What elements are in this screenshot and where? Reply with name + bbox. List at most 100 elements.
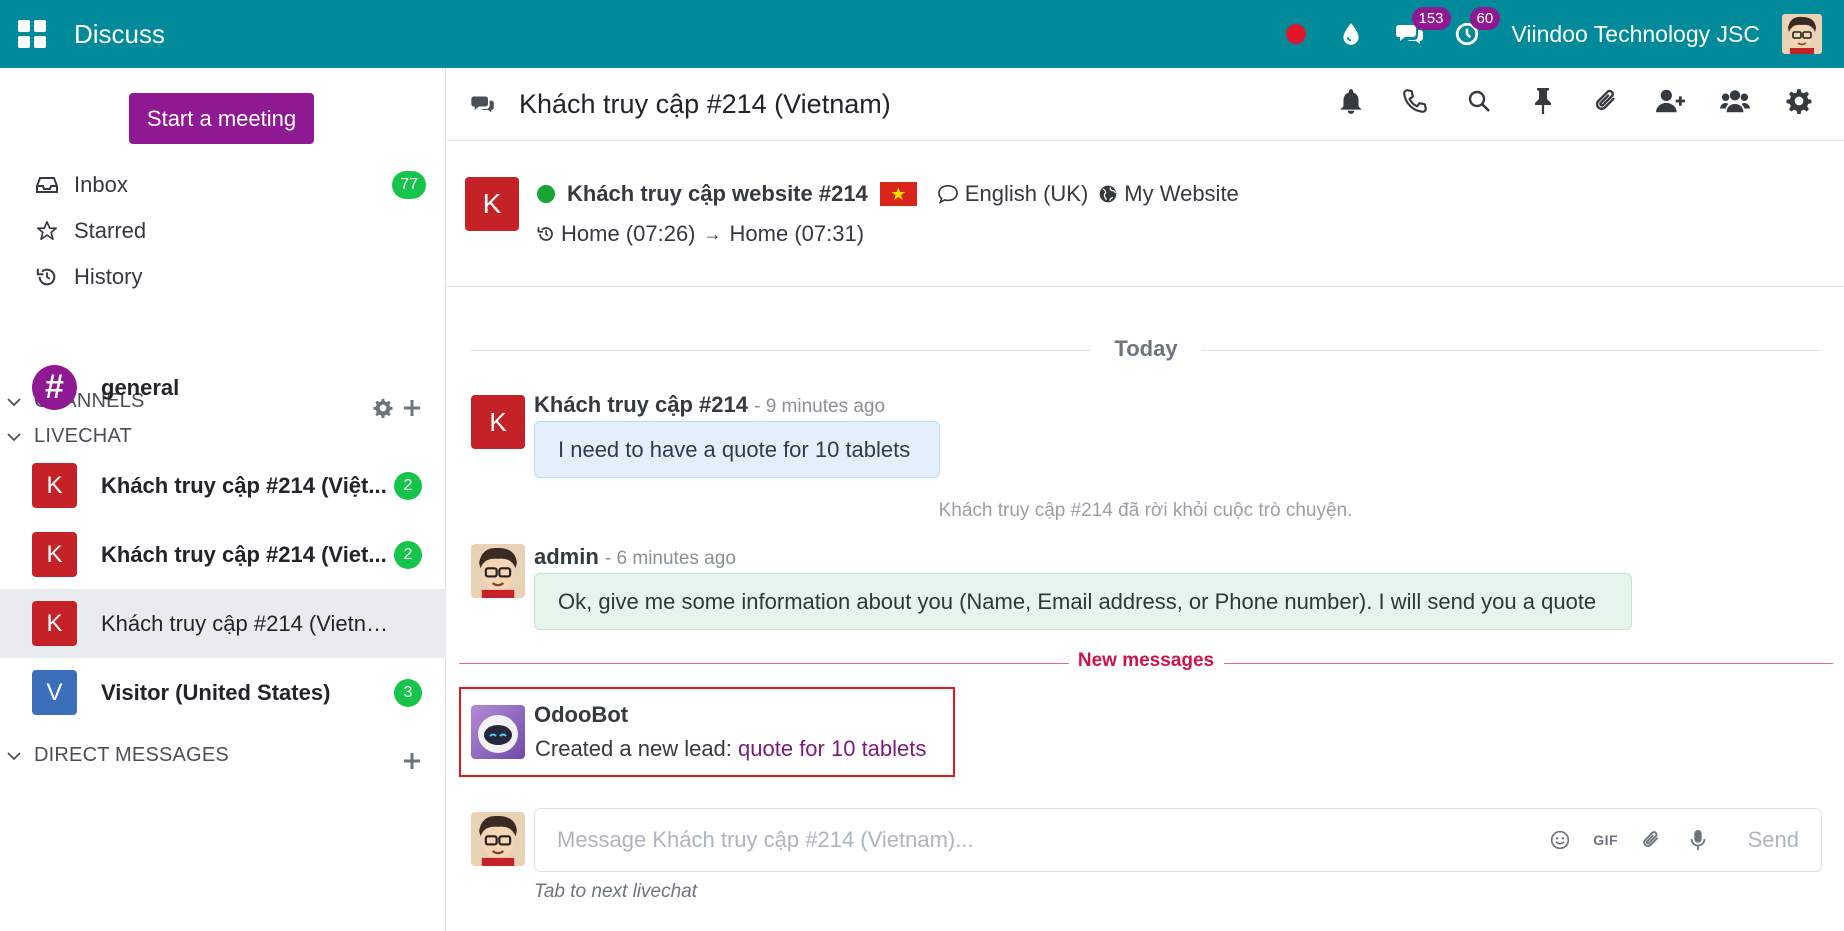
message-author[interactable]: admin — [534, 544, 599, 569]
sidebar-item-label: Inbox — [74, 172, 128, 197]
highlight-box — [459, 687, 955, 777]
comments-icon — [471, 94, 495, 114]
sidebar-item-label: Starred — [74, 218, 147, 243]
category-livechat[interactable]: LIVECHAT — [6, 425, 132, 448]
message-date: - 9 minutes ago — [754, 396, 886, 417]
settings-gear-icon[interactable] — [1784, 86, 1814, 116]
sidebar-item-livechat[interactable]: K Khách truy cập #214 (Viet... 2 — [0, 520, 446, 589]
livechat-name: Khách truy cập #214 (Viet... — [101, 541, 387, 567]
category-label: LIVECHAT — [34, 425, 132, 447]
inbox-count-badge: 77 — [392, 171, 426, 199]
message-date: - 6 minutes ago — [604, 548, 736, 569]
visitor-avatar: K — [465, 177, 519, 231]
chat-count-badge: 153 — [1411, 7, 1451, 30]
unread-count-badge: 2 — [394, 471, 422, 500]
visitor-name: Khách truy cập website #214 — [567, 181, 868, 206]
visited-page: Home (07:26) — [561, 221, 696, 246]
company-switcher[interactable]: Viindoo Technology JSC — [1512, 21, 1761, 48]
online-status-icon — [537, 185, 555, 203]
livechat-name: Khách truy cập #214 (Vietnam) — [101, 610, 391, 636]
message-header: admin - 6 minutes ago — [534, 544, 736, 570]
message-bubble: I need to have a quote for 10 tablets — [534, 421, 940, 478]
history-icon — [34, 266, 60, 288]
sidebar-item-channel-general[interactable]: # general — [0, 353, 446, 422]
drop-icon[interactable] — [1338, 21, 1364, 47]
message-input[interactable] — [557, 827, 1548, 853]
history-icon — [537, 225, 555, 243]
send-button[interactable]: Send — [1748, 827, 1799, 853]
language-speech-icon — [937, 184, 959, 204]
members-group-icon[interactable] — [1720, 86, 1750, 116]
activity-count-badge: 60 — [1469, 7, 1501, 30]
app-menu-icon[interactable] — [18, 20, 46, 48]
message-body: Created a new lead: quote for 10 tablets — [535, 736, 927, 761]
app-title[interactable]: Discuss — [74, 19, 165, 50]
new-messages-separator: New messages — [459, 650, 1833, 676]
livechat-avatar: K — [32, 532, 77, 577]
lead-link[interactable]: quote for 10 tablets — [738, 736, 926, 761]
visitor-language: English (UK) — [964, 181, 1089, 206]
discuss-sidebar: Start a meeting Inbox 77 Starred History… — [0, 68, 446, 931]
pin-icon[interactable] — [1528, 86, 1558, 116]
sidebar-item-livechat[interactable]: K Khách truy cập #214 (Việt... 2 — [0, 451, 446, 520]
start-meeting-button[interactable]: Start a meeting — [129, 93, 314, 144]
chevron-down-icon — [7, 751, 21, 760]
sidebar-item-livechat-active[interactable]: K Khách truy cập #214 (Vietnam) — [0, 589, 446, 658]
message-body: Ok, give me some information about you (… — [558, 588, 1597, 614]
sidebar-item-livechat[interactable]: V Visitor (United States) 3 — [0, 658, 446, 727]
search-icon[interactable] — [1464, 86, 1494, 116]
user-avatar[interactable] — [1782, 14, 1822, 54]
thread-title[interactable]: Khách truy cập #214 (Vietnam) — [519, 89, 891, 120]
livechat-avatar: K — [32, 601, 77, 646]
add-direct-message-plus-icon[interactable] — [403, 752, 421, 775]
sidebar-item-history[interactable]: History — [34, 264, 142, 290]
new-messages-label: New messages — [1077, 650, 1215, 671]
phone-call-icon[interactable] — [1400, 86, 1430, 116]
thread-header: Khách truy cập #214 (Vietnam) — [447, 68, 1844, 141]
message-author-avatar[interactable]: K — [471, 395, 525, 449]
message-author[interactable]: Khách truy cập #214 — [534, 392, 748, 417]
notification-message: Khách truy cập #214 đã rời khỏi cuộc trò… — [938, 500, 1353, 521]
activity-clock-icon[interactable]: 60 — [1454, 7, 1501, 47]
unread-count-badge: 3 — [394, 678, 422, 707]
inbox-icon — [34, 175, 60, 195]
add-user-icon[interactable] — [1656, 86, 1686, 116]
odoobot-avatar[interactable] — [471, 705, 525, 759]
category-label: DIRECT MESSAGES — [34, 744, 229, 766]
message-composer: GIF Send — [534, 808, 1822, 872]
livechat-avatar: V — [32, 670, 77, 715]
channel-name: general — [101, 374, 180, 400]
livechat-name: Khách truy cập #214 (Việt... — [101, 472, 387, 498]
message-bubble: Ok, give me some information about you (… — [534, 573, 1632, 630]
attach-paperclip-icon[interactable] — [1640, 828, 1664, 852]
vietnam-flag-icon: ★ — [879, 182, 917, 206]
top-navbar: Discuss 153 60 Viindoo Technology JSC — [0, 0, 1844, 68]
globe-icon — [1098, 184, 1118, 204]
attachments-paperclip-icon[interactable] — [1592, 86, 1622, 116]
message-header: Khách truy cập #214 - 9 minutes ago — [534, 392, 885, 418]
recording-icon[interactable] — [1285, 24, 1306, 44]
thread-view: Khách truy cập #214 (Vietnam) K Khách tr… — [447, 68, 1844, 931]
microphone-icon[interactable] — [1686, 828, 1710, 852]
admin-avatar[interactable] — [471, 544, 525, 598]
tab-to-next-livechat-hint: Tab to next livechat — [534, 881, 698, 902]
visited-page: Home (07:31) — [729, 221, 865, 246]
gif-button[interactable]: GIF — [1593, 828, 1618, 852]
category-direct-messages[interactable]: DIRECT MESSAGES — [6, 744, 229, 767]
emoji-icon[interactable] — [1548, 828, 1572, 852]
chevron-down-icon — [7, 432, 21, 441]
visitor-website: My Website — [1124, 181, 1239, 206]
livechat-name: Visitor (United States) — [101, 679, 331, 705]
star-icon — [34, 220, 60, 242]
arrow-right-icon: → — [703, 223, 722, 244]
sidebar-item-inbox[interactable]: Inbox 77 — [34, 171, 426, 199]
sidebar-item-starred[interactable]: Starred — [34, 218, 146, 244]
message-author[interactable]: OdooBot — [534, 702, 628, 728]
day-separator: Today — [471, 336, 1821, 366]
unread-count-badge: 2 — [394, 540, 422, 569]
message-body: I need to have a quote for 10 tablets — [558, 436, 911, 462]
chat-messages-icon[interactable]: 153 — [1395, 7, 1451, 47]
notification-bell-icon[interactable] — [1336, 86, 1366, 116]
channel-hash-icon: # — [32, 365, 77, 410]
livechat-avatar: K — [32, 463, 77, 508]
